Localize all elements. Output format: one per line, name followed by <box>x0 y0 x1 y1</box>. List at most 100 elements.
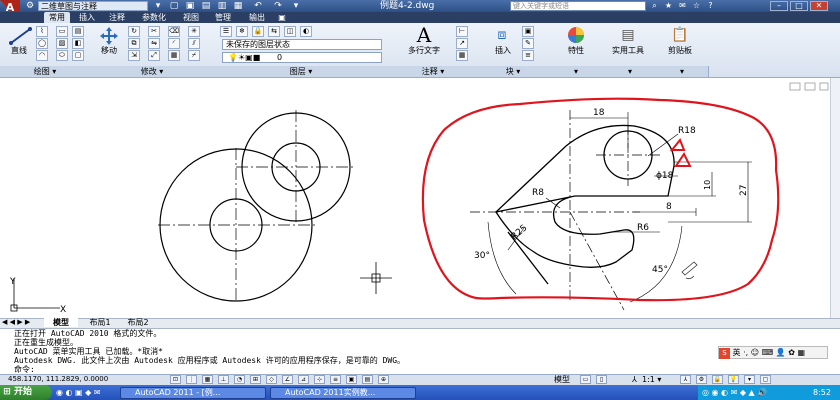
line-tool-button[interactable] <box>8 26 34 46</box>
rectangle-icon[interactable]: ▭ <box>56 26 68 37</box>
subscription-icon[interactable]: ★ <box>662 0 675 12</box>
taskbar-clock[interactable]: 8:52 <box>806 385 838 400</box>
status-bar-menu-icon[interactable]: ▾ <box>744 375 755 384</box>
tab-home[interactable]: 常用 <box>44 12 70 23</box>
modify-panel-title[interactable]: 修改 ▾ <box>90 66 215 77</box>
minimize-button[interactable]: – <box>770 1 788 11</box>
properties-panel-expander[interactable]: ▾ <box>548 66 605 77</box>
polar-tracking-icon[interactable]: ◔ <box>234 375 245 384</box>
snap-mode-icon[interactable]: ⋮ <box>186 375 197 384</box>
help-search-input[interactable]: 键入关键字或短语 <box>510 1 646 11</box>
object-snap-icon[interactable]: ⊞ <box>250 375 261 384</box>
tab-parametric[interactable]: 参数化 <box>134 12 174 23</box>
favorites-icon[interactable]: ☆ <box>690 0 703 12</box>
tab-model[interactable]: 模型 <box>44 318 78 327</box>
tray-icons[interactable]: ◎ ◉ ◐ ✉ ◆ ▲ 🔊 <box>702 387 802 399</box>
mirror-icon[interactable]: ⇋ <box>148 38 160 49</box>
tab-manage[interactable]: 管理 <box>208 12 238 23</box>
break-icon[interactable]: ⌿ <box>188 50 200 61</box>
lock-ui-icon[interactable]: 🔓 <box>712 375 723 384</box>
new-file-icon[interactable]: ▢ <box>168 1 180 11</box>
chevron-down-icon[interactable]: ▾ <box>290 1 302 11</box>
arc-icon[interactable]: ◠ <box>36 50 48 61</box>
block-panel-title[interactable]: 块 ▾ <box>478 66 549 77</box>
quick-properties-icon[interactable]: ▤ <box>362 375 373 384</box>
layer-match-icon[interactable]: ⇆ <box>268 26 280 37</box>
region-icon[interactable]: ◧ <box>72 38 84 49</box>
start-button[interactable]: ⊞ 开始 <box>0 385 52 400</box>
create-block-icon[interactable]: ▣ <box>522 26 534 37</box>
maximize-button[interactable]: □ <box>790 1 808 11</box>
mtext-icon[interactable]: A <box>412 24 436 46</box>
linear-dimension-icon[interactable]: ⊢ <box>456 26 468 37</box>
erase-icon[interactable]: ⌫ <box>168 26 180 37</box>
annotation-scale-dropdown[interactable]: 1:1 ▾ <box>642 375 661 384</box>
workspace-switching-icon[interactable]: ⚙ <box>696 375 707 384</box>
utilities-icon[interactable]: ▤ <box>618 25 638 45</box>
help-icon[interactable]: ? <box>704 0 717 12</box>
annotation-panel-title[interactable]: 注释 ▾ <box>388 66 479 77</box>
explode-icon[interactable]: ✳ <box>188 26 200 37</box>
model-space-toggle[interactable]: 模型 <box>554 375 570 384</box>
transparency-icon[interactable]: ▣ <box>346 375 357 384</box>
offset-icon[interactable]: ⫽ <box>188 38 200 49</box>
polyline-icon[interactable]: ⌇ <box>36 26 48 37</box>
lineweight-icon[interactable]: ≡ <box>330 375 341 384</box>
scale-icon[interactable]: ⤢ <box>148 50 160 61</box>
coordinate-readout[interactable]: 458.1170, 111.2829, 0.0000 <box>8 375 108 384</box>
clipboard-panel-expander[interactable]: ▾ <box>656 66 709 77</box>
table-icon[interactable]: ▦ <box>456 50 468 61</box>
dynamic-input-icon[interactable]: ⊹ <box>314 375 325 384</box>
trim-icon[interactable]: ✂ <box>148 26 160 37</box>
grid-display-icon[interactable]: ▦ <box>202 375 213 384</box>
clean-screen-icon[interactable]: ▢ <box>760 375 771 384</box>
fillet-icon[interactable]: ◜ <box>168 38 180 49</box>
dynamic-ucs-icon[interactable]: ⊿ <box>298 375 309 384</box>
search-icon[interactable]: ⌕ <box>648 0 661 12</box>
copy-icon[interactable]: ⧉ <box>128 38 140 49</box>
object-snap-tracking-icon[interactable]: ∠ <box>282 375 293 384</box>
infer-constraints-icon[interactable]: ⊡ <box>170 375 181 384</box>
tab-annotate[interactable]: 注释 <box>104 12 130 23</box>
communication-center-icon[interactable]: ✉ <box>676 0 689 12</box>
3d-object-snap-icon[interactable]: ◇ <box>266 375 277 384</box>
workspace-gear-icon[interactable]: ⚙ <box>24 1 36 11</box>
annotation-visibility-icon[interactable]: ⅄ <box>680 375 691 384</box>
utilities-panel-expander[interactable]: ▾ <box>604 66 657 77</box>
tab-insert[interactable]: 插入 <box>74 12 100 23</box>
save-as-icon[interactable]: ▥ <box>216 1 228 11</box>
move-tool-button[interactable] <box>98 26 120 46</box>
ortho-mode-icon[interactable]: ⊥ <box>218 375 229 384</box>
tab-view[interactable]: 视图 <box>178 12 204 23</box>
selection-cycling-icon[interactable]: ⊕ <box>378 375 389 384</box>
edit-block-icon[interactable]: ✎ <box>522 38 534 49</box>
layer-off-icon[interactable]: ◐ <box>300 26 312 37</box>
boundary-icon[interactable]: ▢ <box>72 50 84 61</box>
layout-nav-arrows[interactable]: ◀ ◀ ▶ ▶ <box>2 318 42 327</box>
array-icon[interactable]: ▦ <box>168 50 180 61</box>
vertical-scrollbar[interactable] <box>830 78 840 318</box>
layers-panel-title[interactable]: 图层 ▾ <box>214 66 389 77</box>
isolate-objects-icon[interactable]: 💡 <box>728 375 739 384</box>
quick-view-drawings-icon[interactable]: ▯ <box>596 375 607 384</box>
insert-block-icon[interactable]: ⧈ <box>492 26 512 44</box>
command-input[interactable]: 命令: <box>14 365 814 374</box>
tab-layout1[interactable]: 布局1 <box>82 318 118 327</box>
stretch-icon[interactable]: ⇲ <box>128 50 140 61</box>
taskbar-item-tutorial[interactable]: AutoCAD 2011实例教... <box>270 387 416 399</box>
taskbar-item-autocad[interactable]: AutoCAD 2011 - [例... <box>120 387 266 399</box>
gradient-icon[interactable]: ▤ <box>72 26 84 37</box>
plot-icon[interactable]: ▦ <box>232 1 244 11</box>
hatch-icon[interactable]: ▨ <box>56 38 68 49</box>
layer-lock-icon[interactable]: 🔒 <box>252 26 264 37</box>
rotate-icon[interactable]: ↻ <box>128 26 140 37</box>
draw-panel-title[interactable]: 绘图 ▾ <box>0 66 91 77</box>
layer-freeze-icon[interactable]: ❄ <box>236 26 248 37</box>
leader-icon[interactable]: ↗ <box>456 38 468 49</box>
ime-toolbar[interactable]: S 英 ·, ☺ ⌨ 👤 ✿ ▦ <box>718 346 828 359</box>
tab-layout2[interactable]: 布局2 <box>120 318 156 327</box>
save-icon[interactable]: ▤ <box>200 1 212 11</box>
layer-isolate-icon[interactable]: ◫ <box>284 26 296 37</box>
redo-icon[interactable]: ↷ <box>272 1 284 11</box>
open-file-icon[interactable]: ▣ <box>184 1 196 11</box>
